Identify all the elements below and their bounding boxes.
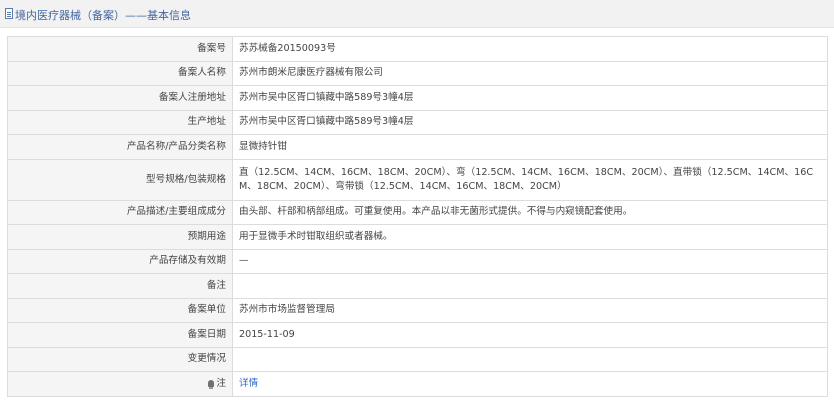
row-value-product-description: 由头部、杆部和柄部组成。可重复使用。本产品以非无菌形式提供。不得与内窥镜配套使用… [232,199,828,225]
row-label-registered-address: 备案人注册地址 [7,85,233,111]
title-bar: 境内医疗器械（备案）——基本信息 [0,0,834,28]
row-value-product-name: 显微持针钳 [232,134,828,160]
details-link[interactable]: 详情 [239,378,258,389]
row-label-production-address: 生产地址 [7,109,233,135]
row-value-production-address: 苏州市吴中区胥口镇藏中路589号3幢4层 [232,109,828,135]
row-value-storage-validity: — [232,248,828,274]
row-label-filer-name: 备案人名称 [7,60,233,86]
info-table: 备案号 苏苏械备20150093号 备案人名称 苏州市朗米尼康医疗器械有限公司 … [7,36,828,397]
page-title: 境内医疗器械（备案）——基本信息 [15,9,191,22]
row-label-remarks: 备注 [7,273,233,299]
row-value-change-status [232,346,828,372]
row-value-filer-name: 苏州市朗米尼康医疗器械有限公司 [232,60,828,86]
table-row: 变更情况 [7,346,828,372]
table-row: 备案人注册地址 苏州市吴中区胥口镇藏中路589号3幢4层 [7,85,828,111]
page: 境内医疗器械（备案）——基本信息 备案号 苏苏械备20150093号 备案人名称… [0,0,834,400]
row-label-intended-use: 预期用途 [7,224,233,250]
table-row: 生产地址 苏州市吴中区胥口镇藏中路589号3幢4层 [7,109,828,135]
row-value-model-spec: 直（12.5CM、14CM、16CM、18CM、20CM）、弯（12.5CM、1… [232,158,828,201]
table-row: 备案号 苏苏械备20150093号 [7,36,828,62]
row-value-note: 详情 [232,371,828,397]
table-row: 产品存储及有效期 — [7,248,828,274]
row-label-storage-validity: 产品存储及有效期 [7,248,233,274]
row-value-registered-address: 苏州市吴中区胥口镇藏中路589号3幢4层 [232,85,828,111]
table-row: 预期用途 用于显微手术时钳取组织或者器械。 [7,224,828,250]
row-label-model-spec: 型号规格/包装规格 [7,158,233,201]
table-row: 备案日期 2015-11-09 [7,322,828,348]
row-value-filing-number: 苏苏械备20150093号 [232,36,828,62]
lightbulb-icon [208,379,215,389]
table-row: 注 详情 [7,371,828,397]
row-value-filing-date: 2015-11-09 [232,322,828,348]
document-icon [5,8,13,19]
table-row: 产品描述/主要组成成分 由头部、杆部和柄部组成。可重复使用。本产品以非无菌形式提… [7,199,828,225]
row-label-filing-date: 备案日期 [7,322,233,348]
row-label-product-name: 产品名称/产品分类名称 [7,134,233,160]
row-label-filing-number: 备案号 [7,36,233,62]
row-label-product-description: 产品描述/主要组成成分 [7,199,233,225]
row-value-filing-unit: 苏州市市场监督管理局 [232,297,828,323]
table-row: 备案单位 苏州市市场监督管理局 [7,297,828,323]
row-label-filing-unit: 备案单位 [7,297,233,323]
table-row: 备注 [7,273,828,299]
row-value-intended-use: 用于显微手术时钳取组织或者器械。 [232,224,828,250]
table-row: 型号规格/包装规格 直（12.5CM、14CM、16CM、18CM、20CM）、… [7,158,828,201]
row-label-change-status: 变更情况 [7,346,233,372]
table-row: 备案人名称 苏州市朗米尼康医疗器械有限公司 [7,60,828,86]
note-label-text: 注 [216,377,226,389]
row-value-remarks [232,273,828,299]
table-row: 产品名称/产品分类名称 显微持针钳 [7,134,828,160]
row-label-note: 注 [7,371,233,397]
